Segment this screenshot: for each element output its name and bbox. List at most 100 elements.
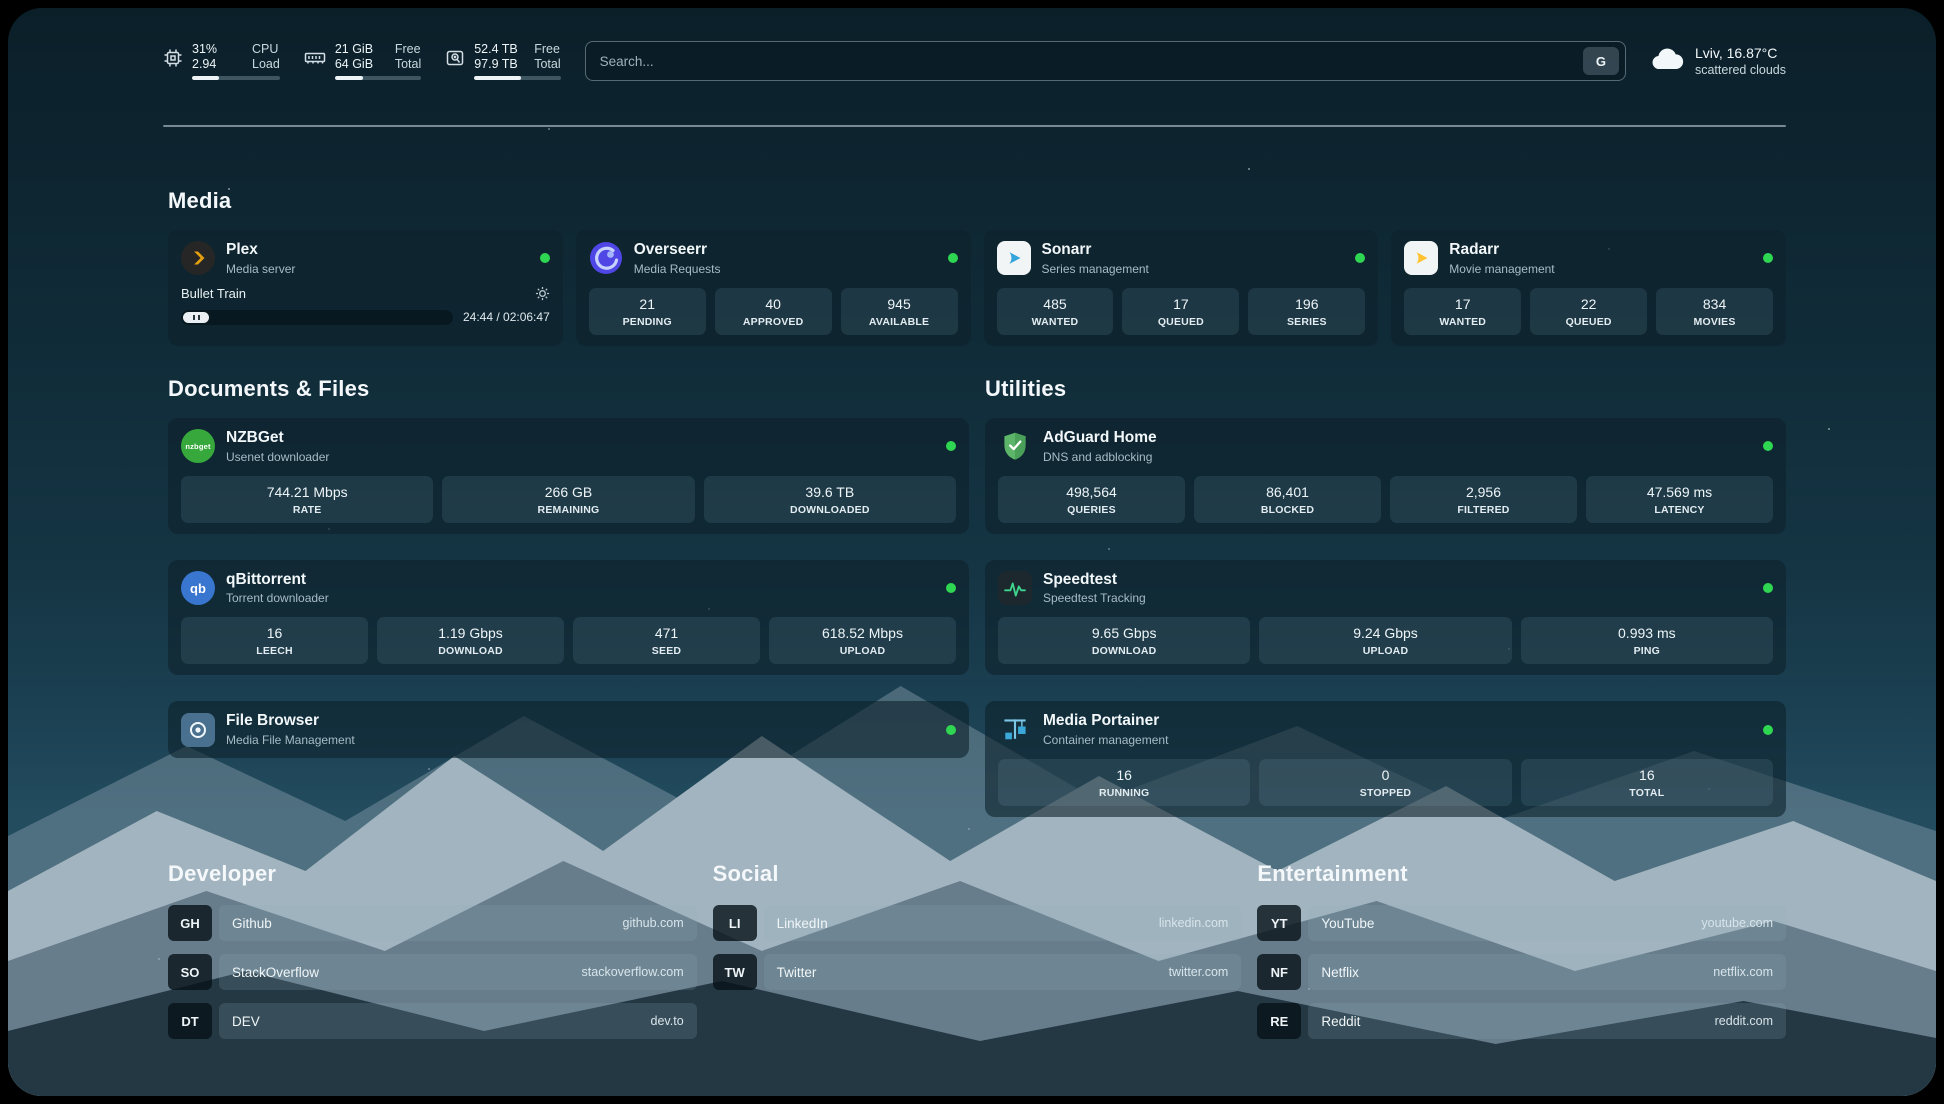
app-name: Speedtest bbox=[1043, 571, 1146, 589]
app-card-speedtest[interactable]: Speedtest Speedtest Tracking 9.65 Gbps D… bbox=[985, 560, 1786, 676]
app-card-plex[interactable]: Plex Media server Bullet Train bbox=[168, 230, 563, 346]
section-title-developer: Developer bbox=[168, 861, 697, 887]
status-online-dot bbox=[946, 583, 956, 593]
bookmark-netflix[interactable]: NF Netflix netflix.com bbox=[1257, 954, 1786, 990]
cpu-load: 2.94 bbox=[192, 57, 238, 71]
plex-player-row: 24:44 / 02:06:47 bbox=[181, 310, 550, 325]
bookmark-url: netflix.com bbox=[1713, 965, 1773, 979]
netflix-icon: NF bbox=[1257, 954, 1301, 990]
bookmark-stackoverflow[interactable]: SO StackOverflow stackoverflow.com bbox=[168, 954, 697, 990]
stat-queued: 17 QUEUED bbox=[1122, 288, 1239, 335]
playback-time: 24:44 / 02:06:47 bbox=[463, 310, 550, 324]
stat-available: 945 AVAILABLE bbox=[841, 288, 958, 335]
app-desc: Media server bbox=[226, 262, 295, 276]
app-card-filebrowser[interactable]: File Browser Media File Management bbox=[168, 701, 969, 758]
reddit-icon: RE bbox=[1257, 1003, 1301, 1039]
status-online-dot bbox=[1355, 253, 1365, 263]
disk-progress-bar bbox=[474, 76, 560, 80]
speedtest-icon bbox=[998, 571, 1032, 605]
app-name: File Browser bbox=[226, 712, 355, 730]
header-divider bbox=[163, 125, 1786, 127]
disk-total: 97.9 TB bbox=[474, 57, 520, 71]
status-online-dot bbox=[946, 441, 956, 451]
dashboard-screen: 31% CPU 2.94 Load 21 bbox=[8, 8, 1936, 1096]
bookmark-reddit[interactable]: RE Reddit reddit.com bbox=[1257, 1003, 1786, 1039]
stat-running: 16 RUNNING bbox=[998, 759, 1250, 806]
stat-queued: 22 QUEUED bbox=[1530, 288, 1647, 335]
app-name: AdGuard Home bbox=[1043, 429, 1157, 447]
status-online-dot bbox=[1763, 583, 1773, 593]
app-card-sonarr[interactable]: Sonarr Series management 485 WANTED 17 Q… bbox=[984, 230, 1379, 346]
weather-widget: Lviv, 16.87°C scattered clouds bbox=[1650, 45, 1786, 77]
app-card-adguard[interactable]: AdGuard Home DNS and adblocking 498,564 … bbox=[985, 418, 1786, 534]
search-engine-button[interactable]: G bbox=[1583, 47, 1619, 75]
documents-column: Documents & Files nzbget NZBGet Usenet d… bbox=[168, 376, 969, 817]
stat-pending: 21 PENDING bbox=[589, 288, 706, 335]
bookmark-name: Reddit bbox=[1321, 1014, 1360, 1029]
disk-free: 52.4 TB bbox=[474, 42, 520, 56]
stat-wanted: 485 WANTED bbox=[997, 288, 1114, 335]
bookmark-dev[interactable]: DT DEV dev.to bbox=[168, 1003, 697, 1039]
cloud-icon bbox=[1650, 46, 1684, 77]
status-online-dot bbox=[1763, 725, 1773, 735]
app-name: Plex bbox=[226, 241, 295, 259]
search-input[interactable] bbox=[600, 54, 1575, 69]
stackoverflow-icon: SO bbox=[168, 954, 212, 990]
adguard-icon bbox=[998, 429, 1032, 463]
app-desc: Series management bbox=[1042, 262, 1149, 276]
ram-total: 64 GiB bbox=[335, 57, 381, 71]
overseerr-icon bbox=[589, 241, 623, 275]
app-card-radarr[interactable]: Radarr Movie management 17 WANTED 22 QUE… bbox=[1391, 230, 1786, 346]
stat-series: 196 SERIES bbox=[1248, 288, 1365, 335]
app-desc: Speedtest Tracking bbox=[1043, 591, 1146, 605]
bookmark-url: reddit.com bbox=[1715, 1014, 1773, 1028]
cpu-progress-bar bbox=[192, 76, 280, 80]
playback-progress-bar[interactable] bbox=[181, 310, 453, 325]
stat-latency: 47.569 ms LATENCY bbox=[1586, 476, 1773, 523]
main-content: Media Plex Media server bbox=[168, 138, 1786, 1052]
cpu-icon bbox=[163, 48, 183, 73]
bookmark-url: stackoverflow.com bbox=[582, 965, 684, 979]
status-online-dot bbox=[1763, 441, 1773, 451]
portainer-icon bbox=[998, 713, 1032, 747]
app-card-qbittorrent[interactable]: qb qBittorrent Torrent downloader 16 bbox=[168, 560, 969, 676]
bookmark-name: Twitter bbox=[777, 965, 817, 980]
github-icon: GH bbox=[168, 905, 212, 941]
pause-handle[interactable] bbox=[183, 312, 209, 323]
stat-download: 1.19 Gbps DOWNLOAD bbox=[377, 617, 564, 664]
app-card-nzbget[interactable]: nzbget NZBGet Usenet downloader 744.21 M… bbox=[168, 418, 969, 534]
app-card-overseerr[interactable]: Overseerr Media Requests 21 PENDING 40 A… bbox=[576, 230, 971, 346]
linkedin-icon: LI bbox=[713, 905, 757, 941]
stat-wanted: 17 WANTED bbox=[1404, 288, 1521, 335]
qbittorrent-icon: qb bbox=[181, 571, 215, 605]
cpu-percent: 31% bbox=[192, 42, 238, 56]
filebrowser-icon bbox=[181, 713, 215, 747]
cpu-label: CPU bbox=[252, 42, 280, 56]
bookmark-github[interactable]: GH Github github.com bbox=[168, 905, 697, 941]
cpu-load-label: Load bbox=[252, 57, 280, 71]
bookmark-name: Netflix bbox=[1321, 965, 1359, 980]
bookmark-youtube[interactable]: YT YouTube youtube.com bbox=[1257, 905, 1786, 941]
nzbget-icon: nzbget bbox=[181, 429, 215, 463]
twitter-icon: TW bbox=[713, 954, 757, 990]
gear-icon[interactable] bbox=[535, 286, 550, 301]
app-name: Media Portainer bbox=[1043, 712, 1168, 730]
stat-download: 9.65 Gbps DOWNLOAD bbox=[998, 617, 1250, 664]
dev-icon: DT bbox=[168, 1003, 212, 1039]
stat-rate: 744.21 Mbps RATE bbox=[181, 476, 433, 523]
stat-queries: 498,564 QUERIES bbox=[998, 476, 1185, 523]
bookmark-twitter[interactable]: TW Twitter twitter.com bbox=[713, 954, 1242, 990]
app-desc: Usenet downloader bbox=[226, 450, 329, 464]
media-row: Plex Media server Bullet Train bbox=[168, 230, 1786, 346]
ram-icon bbox=[304, 48, 326, 73]
section-title-entertainment: Entertainment bbox=[1257, 861, 1786, 887]
status-online-dot bbox=[540, 253, 550, 263]
app-name: Overseerr bbox=[634, 241, 721, 259]
bookmark-linkedin[interactable]: LI LinkedIn linkedin.com bbox=[713, 905, 1242, 941]
app-card-portainer[interactable]: Media Portainer Container management 16 … bbox=[985, 701, 1786, 817]
section-title-documents: Documents & Files bbox=[168, 376, 969, 402]
screenshot-canvas: 31% CPU 2.94 Load 21 bbox=[0, 0, 1944, 1104]
bookmarks-developer: Developer GH Github github.com SO StackO… bbox=[168, 861, 697, 1052]
bookmark-url: linkedin.com bbox=[1159, 916, 1228, 930]
app-desc: Movie management bbox=[1449, 262, 1554, 276]
